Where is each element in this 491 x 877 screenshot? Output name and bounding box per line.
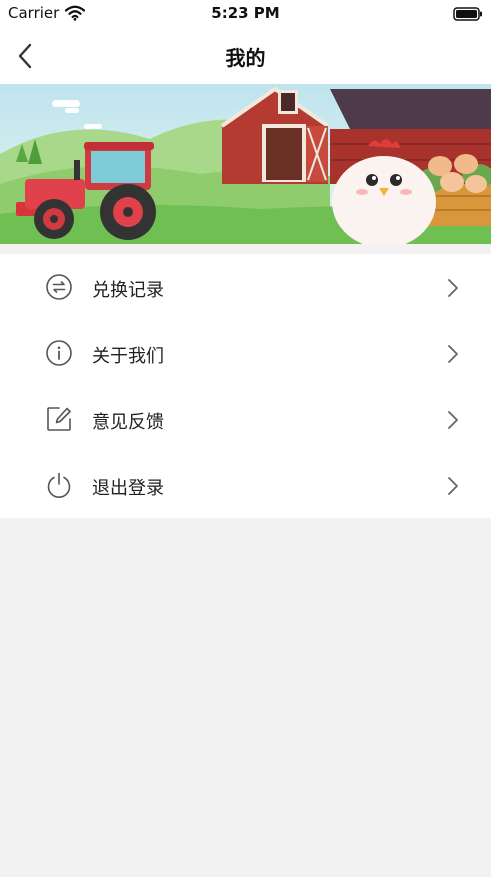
chevron-right-icon xyxy=(447,410,459,430)
menu-item-feedback[interactable]: 意见反馈 xyxy=(0,386,491,452)
menu-item-logout[interactable]: 退出登录 xyxy=(0,452,491,518)
exchange-icon xyxy=(45,273,73,301)
chevron-right-icon xyxy=(447,476,459,496)
status-time: 5:23 PM xyxy=(211,4,280,22)
info-icon xyxy=(45,339,73,367)
section-gap xyxy=(0,244,491,254)
chevron-right-icon xyxy=(447,278,459,298)
menu-item-about-us[interactable]: 关于我们 xyxy=(0,320,491,386)
navigation-bar: 我的 xyxy=(0,28,491,84)
menu-item-label: 意见反馈 xyxy=(92,412,164,433)
page-title: 我的 xyxy=(225,46,266,70)
edit-icon xyxy=(45,405,73,433)
chevron-right-icon xyxy=(447,344,459,364)
menu-item-exchange-records[interactable]: 兑换记录 xyxy=(0,254,491,320)
menu-item-label: 退出登录 xyxy=(92,478,164,499)
menu-item-label: 兑换记录 xyxy=(92,280,164,301)
battery-icon xyxy=(453,6,483,21)
farm-banner xyxy=(0,84,491,244)
power-icon xyxy=(45,471,73,499)
menu-list: 兑换记录 关于我们 意见反馈 退出登录 xyxy=(0,254,491,518)
status-bar: Carrier 5:23 PM xyxy=(0,0,491,28)
menu-item-label: 关于我们 xyxy=(92,346,164,367)
